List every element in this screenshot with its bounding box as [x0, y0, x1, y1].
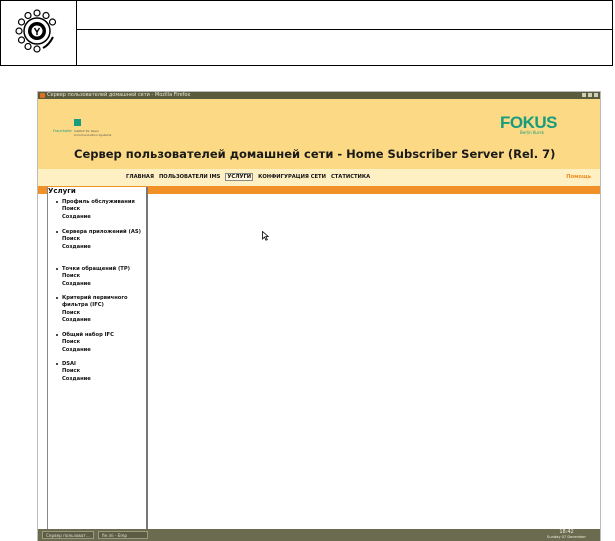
sidebar-section-shared-ifc: Общий набор IFC Поиск Создание: [56, 332, 146, 354]
logo-cell: [1, 1, 77, 65]
nav-ims-users[interactable]: ПОЛЬЗОВАТЕЛИ IMS: [159, 174, 220, 181]
sidebar-section-ifc: Критерий первичного фильтра (IFC) Поиск …: [56, 295, 146, 324]
window-title: Сервер пользователей домашней сети - Moz…: [47, 92, 191, 98]
fraunhofer-name: Fraunhofer: [53, 129, 72, 133]
maximize-icon[interactable]: [588, 93, 592, 97]
sidebar-section-application-servers: Сервера приложений (AS) Поиск Создание: [56, 229, 146, 251]
nav-statistics[interactable]: СТАТИСТИКА: [331, 174, 370, 181]
document-header-table: [0, 0, 613, 66]
create-link[interactable]: Создание: [62, 317, 146, 324]
search-link[interactable]: Поиск: [62, 273, 146, 280]
taskbar: Сервер пользоват... fie.ini - Emp 18:42 …: [38, 529, 600, 541]
clock[interactable]: 18:42 Sunday 07 December: [547, 529, 586, 540]
nav-network-config[interactable]: КОНФИГУРАЦИЯ СЕТИ: [258, 174, 326, 181]
create-link[interactable]: Создание: [62, 281, 146, 288]
section-title: Общий набор IFC: [62, 332, 114, 338]
sidebar-section-service-profile: Профиль обслуживания Поиск Создание: [56, 199, 146, 221]
section-title: Профиль обслуживания: [62, 199, 135, 205]
page-title: Сервер пользователей домашней сети - Hom…: [74, 147, 556, 161]
create-link[interactable]: Создание: [62, 347, 146, 354]
close-icon[interactable]: [594, 93, 598, 97]
create-link[interactable]: Создание: [62, 244, 146, 251]
clock-date: Sunday 07 December: [547, 535, 586, 539]
fokus-subtitle: Berlin Kursk: [520, 130, 544, 135]
minimize-icon[interactable]: [582, 93, 586, 97]
taskbar-button-browser[interactable]: Сервер пользоват...: [42, 531, 94, 539]
firefox-icon: [40, 93, 45, 98]
taskbar-button-editor[interactable]: fie.ini - Emp: [98, 531, 148, 539]
browser-window: Сервер пользователей домашней сети - Moz…: [38, 92, 600, 541]
section-title: Критерий первичного фильтра (IFC): [62, 295, 128, 309]
create-link[interactable]: Создание: [62, 214, 146, 221]
rotary-dial-icon: [15, 9, 57, 53]
sidebar-section-dsai: DSAI Поиск Создание: [56, 361, 146, 383]
section-title: Точки обращений (TP): [62, 266, 131, 272]
title-bar: Сервер пользователей домашней сети - Moz…: [38, 92, 600, 99]
help-link[interactable]: Помощь: [566, 174, 591, 180]
nav-home[interactable]: ГЛАВНАЯ: [126, 174, 154, 181]
section-title: Сервера приложений (AS): [62, 229, 141, 235]
window-controls: [582, 93, 598, 97]
search-link[interactable]: Поиск: [62, 339, 146, 346]
fraunhofer-mark-icon: [74, 119, 81, 126]
sidebar-heading: Услуги: [48, 187, 76, 195]
search-link[interactable]: Поиск: [62, 236, 146, 243]
search-link[interactable]: Поиск: [62, 310, 146, 317]
section-title: DSAI: [62, 361, 76, 367]
taskbar-button-label: Сервер пользоват...: [46, 533, 90, 538]
nav-services[interactable]: УСЛУГИ: [225, 173, 254, 181]
create-link[interactable]: Создание: [62, 376, 146, 383]
sidebar: Услуги Профиль обслуживания Поиск Создан…: [47, 187, 148, 529]
sidebar-section-trigger-points: Точки обращений (TP) Поиск Создание: [56, 266, 146, 288]
search-link[interactable]: Поиск: [62, 206, 146, 213]
header-divider: [76, 29, 612, 30]
search-link[interactable]: Поиск: [62, 368, 146, 375]
main-nav: ГЛАВНАЯ ПОЛЬЗОВАТЕЛИ IMS УСЛУГИ КОНФИГУР…: [38, 169, 600, 186]
taskbar-button-label: fie.ini - Emp: [102, 533, 128, 538]
hss-header: Fraunhofer Institut für Open Communicati…: [38, 99, 600, 194]
mouse-pointer-icon: [262, 231, 269, 241]
fraunhofer-institute: Institut für Open Communication Systems: [74, 129, 112, 137]
